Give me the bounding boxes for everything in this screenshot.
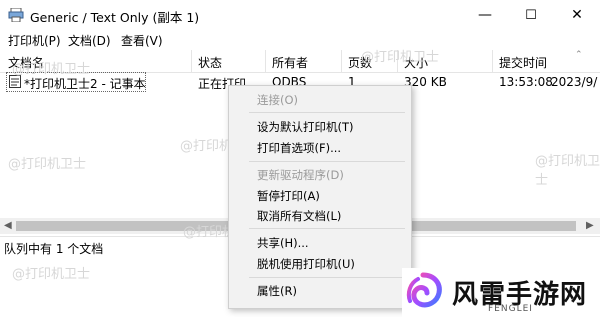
menu-document[interactable]: 文档(D) bbox=[68, 32, 111, 49]
scroll-left-icon[interactable]: ◀ bbox=[4, 220, 12, 231]
watermark: @打印机卫士 bbox=[361, 50, 440, 65]
menu-item-set-default[interactable]: 设为默认打印机(T) bbox=[257, 119, 354, 135]
title-bar: Generic / Text Only (副本 1) — ☐ ✕ bbox=[0, 0, 600, 30]
menu-item-update-driver[interactable]: 更新驱动程序(D) bbox=[257, 167, 344, 183]
menu-printer[interactable]: 打印机(P) bbox=[8, 32, 61, 49]
queue-count: 队列中有 1 个文档 bbox=[4, 242, 104, 256]
column-divider[interactable] bbox=[265, 50, 266, 72]
menu-item-properties[interactable]: 属性(R) bbox=[257, 283, 297, 299]
column-status[interactable]: 状态 bbox=[198, 54, 222, 71]
site-logo: 风雷手游网 FENGLEI bbox=[402, 268, 600, 317]
menu-separator bbox=[249, 277, 405, 278]
doc-time: 13:53:08 bbox=[499, 75, 553, 89]
column-submitted[interactable]: 提交时间 bbox=[499, 54, 547, 71]
column-divider[interactable] bbox=[341, 50, 342, 72]
logo-subtext: FENGLEI bbox=[488, 304, 533, 314]
watermark: @打印机卫士 bbox=[12, 267, 91, 282]
swirl-logo-icon bbox=[406, 272, 442, 308]
doc-date: 2023/9/ bbox=[551, 75, 598, 89]
menu-item-connect[interactable]: 连接(O) bbox=[257, 92, 298, 108]
menu-item-printing-preferences[interactable]: 打印首选项(F)... bbox=[257, 140, 341, 156]
menu-item-sharing[interactable]: 共享(H)... bbox=[257, 235, 309, 251]
column-divider[interactable] bbox=[191, 50, 192, 72]
column-owner[interactable]: 所有者 bbox=[272, 54, 308, 71]
menu-item-pause-printing[interactable]: 暂停打印(A) bbox=[257, 188, 320, 204]
menu-separator bbox=[249, 228, 405, 229]
column-divider[interactable] bbox=[492, 50, 493, 72]
menu-item-cancel-all[interactable]: 取消所有文档(L) bbox=[257, 208, 341, 224]
maximize-button[interactable]: ☐ bbox=[508, 0, 554, 30]
doc-name: *打印机卫士2 - 记事本 bbox=[24, 77, 146, 91]
printer-icon bbox=[8, 8, 24, 22]
menu-view[interactable]: 查看(V) bbox=[121, 32, 163, 49]
menu-item-use-offline[interactable]: 脱机使用打印机(U) bbox=[257, 256, 355, 272]
menu-separator bbox=[249, 112, 405, 113]
window-title: Generic / Text Only (副本 1) bbox=[30, 10, 200, 25]
scroll-right-icon[interactable]: ▶ bbox=[586, 220, 594, 231]
watermark: @打印机卫士 bbox=[12, 62, 91, 77]
chevron-up-icon: ⌃ bbox=[575, 50, 583, 60]
menu-separator bbox=[249, 161, 405, 162]
minimize-button[interactable]: — bbox=[462, 0, 508, 30]
close-button[interactable]: ✕ bbox=[554, 0, 600, 30]
watermark: @打印机卫士 bbox=[8, 157, 87, 172]
menu-bar: 打印机(P) 文档(D) 查看(V) bbox=[0, 30, 600, 50]
watermark: @打印机卫士 bbox=[535, 154, 600, 188]
context-menu: 连接(O) 设为默认打印机(T) 打印首选项(F)... 更新驱动程序(D) 暂… bbox=[228, 85, 412, 309]
